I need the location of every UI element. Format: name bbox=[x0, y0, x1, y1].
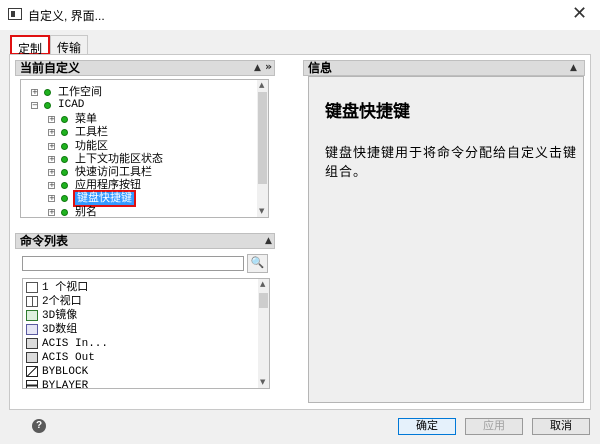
info-panel-title: 信息 bbox=[308, 61, 333, 75]
app-icon bbox=[8, 8, 22, 20]
two-viewports-icon bbox=[26, 296, 38, 307]
cancel-button[interactable]: 取消 bbox=[532, 418, 590, 435]
array3d-icon bbox=[26, 324, 38, 335]
expand-icon[interactable]: + bbox=[31, 89, 38, 96]
collapse-icon[interactable]: ▲ bbox=[254, 61, 261, 75]
ok-button[interactable]: 确定 bbox=[398, 418, 456, 435]
info-panel bbox=[308, 76, 584, 403]
expand-icon[interactable]: + bbox=[48, 169, 55, 176]
binoculars-icon: 🔍 bbox=[250, 257, 265, 269]
customization-tree[interactable]: + 工作空间 − ICAD + 菜单 + 工具栏 + 功能区 + 上下文功能区状… bbox=[20, 79, 269, 218]
collapse-icon[interactable]: ▲ bbox=[265, 234, 272, 248]
node-icon bbox=[61, 169, 68, 176]
node-icon bbox=[61, 129, 68, 136]
search-button[interactable]: 🔍 bbox=[247, 254, 268, 273]
expand-icon[interactable]: + bbox=[48, 129, 55, 136]
tab-transfer[interactable]: 传输 bbox=[50, 35, 88, 55]
node-icon bbox=[44, 89, 51, 96]
collapse-node-icon[interactable]: − bbox=[31, 102, 38, 109]
command-list-scrollbar[interactable]: ▲ ▼ bbox=[258, 279, 269, 388]
tab-customize[interactable]: 定制 bbox=[10, 35, 50, 56]
acis-in-icon bbox=[26, 338, 38, 349]
customize-panel-title: 当前自定义 bbox=[20, 61, 81, 75]
expand-icon[interactable]: + bbox=[48, 156, 55, 163]
info-title: 键盘快捷键 bbox=[325, 102, 410, 121]
node-icon bbox=[61, 116, 68, 123]
scroll-down-icon[interactable]: ▼ bbox=[259, 207, 264, 215]
node-icon bbox=[61, 156, 68, 163]
tree-scrollbar[interactable]: ▲ ▼ bbox=[257, 80, 268, 217]
customize-panel-header[interactable]: 当前自定义 ▲ » bbox=[15, 60, 275, 76]
expand-icon[interactable]: + bbox=[48, 182, 55, 189]
node-icon bbox=[61, 143, 68, 150]
viewport-icon bbox=[26, 282, 38, 293]
expand-icon[interactable]: + bbox=[48, 209, 55, 216]
command-search-input[interactable] bbox=[22, 256, 244, 271]
command-list[interactable]: 1 个视口 2个视口 3D镜像 3D数组 ACIS In... ACIS Out… bbox=[22, 278, 270, 389]
apply-button[interactable]: 应用 bbox=[465, 418, 523, 435]
expand-icon[interactable]: + bbox=[48, 195, 55, 202]
scroll-down-icon[interactable]: ▼ bbox=[260, 378, 265, 386]
mirror3d-icon bbox=[26, 310, 38, 321]
bylayer-icon bbox=[26, 380, 38, 388]
title-bar: 自定义, 界面... ✕ bbox=[0, 0, 600, 30]
expand-icon[interactable]: + bbox=[48, 116, 55, 123]
scroll-thumb[interactable] bbox=[258, 92, 267, 184]
info-description: 键盘快捷键用于将命令分配给自定义击键组合。 bbox=[325, 145, 578, 179]
info-panel-header[interactable]: 信息 ▲ bbox=[303, 60, 585, 76]
byblock-icon bbox=[26, 366, 38, 377]
command-panel-title: 命令列表 bbox=[20, 234, 69, 248]
scroll-thumb[interactable] bbox=[259, 293, 268, 308]
expand-icon[interactable]: + bbox=[48, 143, 55, 150]
node-icon bbox=[44, 102, 51, 109]
window-title: 自定义, 界面... bbox=[28, 9, 105, 23]
node-icon bbox=[61, 195, 68, 202]
command-panel-header[interactable]: 命令列表 ▲ bbox=[15, 233, 275, 249]
scroll-up-icon[interactable]: ▲ bbox=[260, 280, 265, 288]
collapse-icon[interactable]: ▲ bbox=[570, 61, 577, 75]
close-icon[interactable]: ✕ bbox=[572, 3, 587, 24]
acis-out-icon bbox=[26, 352, 38, 363]
node-icon bbox=[61, 182, 68, 189]
selected-tree-label: 键盘快捷键 bbox=[73, 190, 136, 207]
node-icon bbox=[61, 209, 68, 216]
help-icon[interactable]: ? bbox=[32, 419, 46, 433]
expand-right-icon[interactable]: » bbox=[265, 60, 272, 74]
scroll-up-icon[interactable]: ▲ bbox=[259, 81, 264, 89]
